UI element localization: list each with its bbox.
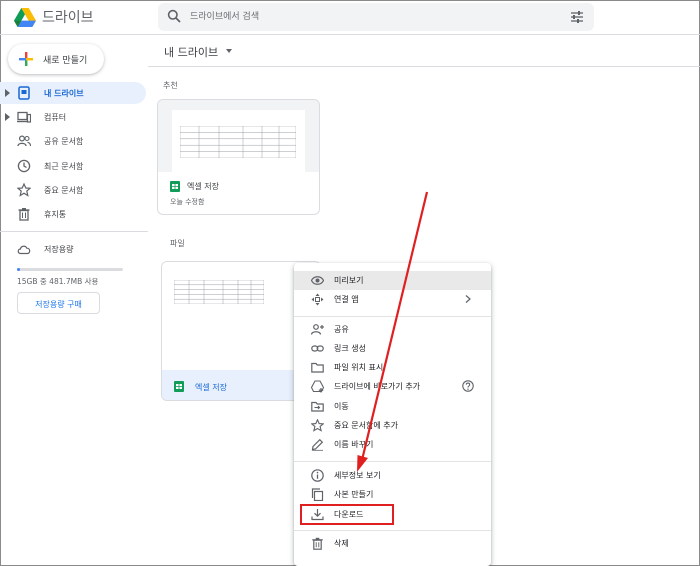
menu-item-label: 드라이브에 바로가기 추가 (334, 382, 421, 391)
person-add-icon (311, 324, 324, 335)
sidebar-item-computers[interactable]: 컴퓨터 (0, 106, 148, 128)
menu-item-label: 세부정보 보기 (334, 471, 381, 480)
storage-usage-bar (17, 268, 123, 271)
sidebar-item-starred[interactable]: 중요 문서함 (0, 179, 148, 201)
menu-item-move[interactable]: 이동 (294, 397, 491, 416)
trash-icon (18, 208, 30, 221)
sheet-preview (172, 110, 305, 172)
menu-divider (294, 530, 491, 531)
menu-item-view-details[interactable]: 세부정보 보기 (294, 466, 491, 485)
menu-item-open-with[interactable]: 연결 앱 (294, 290, 491, 309)
drive-logo-icon[interactable] (14, 8, 36, 27)
menu-item-label: 링크 생성 (334, 344, 366, 353)
sidebar-item-storage[interactable]: 저장용량 (0, 238, 148, 260)
menu-item-rename[interactable]: 이름 바꾸기 (294, 435, 491, 454)
file-title: 엑셀 저장 (195, 383, 227, 392)
menu-item-label: 이름 바꾸기 (334, 440, 374, 449)
pencil-icon (311, 438, 324, 451)
sheet-table-preview (174, 280, 264, 304)
folder-icon (311, 362, 324, 373)
star-icon (17, 183, 31, 197)
menu-item-add-shortcut[interactable]: 드라이브에 바로가기 추가 (294, 377, 491, 396)
sidebar-item-my-drive[interactable]: 내 드라이브 (0, 82, 146, 104)
sidebar-item-label: 공유 문서함 (44, 137, 84, 146)
move-to-folder-icon (311, 401, 324, 412)
suggested-section-label: 추천 (163, 81, 178, 90)
buy-storage-label: 저장용량 구매 (35, 300, 82, 309)
file-modified-text: 오늘 수정함 (170, 198, 205, 206)
menu-item-delete[interactable]: 삭제 (294, 534, 491, 553)
page-title[interactable]: 내 드라이브 (164, 44, 218, 60)
new-button[interactable]: 새로 만들기 (8, 44, 104, 74)
info-icon (311, 469, 324, 482)
trash-icon (312, 537, 323, 550)
menu-item-label: 삭제 (334, 539, 349, 548)
menu-item-label: 공유 (334, 325, 349, 334)
search-options-icon[interactable] (570, 10, 584, 24)
link-icon (311, 345, 324, 352)
cloud-icon (17, 245, 31, 255)
menu-item-preview[interactable]: 미리보기 (294, 271, 491, 290)
storage-usage-text: 15GB 중 481.7MB 사용 (17, 277, 99, 286)
sidebar-item-label: 휴지통 (44, 210, 67, 219)
header-divider (0, 34, 700, 35)
drive-shortcut-icon (311, 380, 324, 393)
main-divider (148, 66, 700, 67)
sheets-file-icon (170, 181, 180, 192)
plus-icon (19, 52, 33, 66)
file-thumbnail (158, 100, 319, 172)
suggested-file-card[interactable]: 엑셀 저장 오늘 수정함 (157, 99, 320, 215)
sheets-file-icon (174, 381, 184, 392)
open-with-icon (311, 293, 324, 306)
sidebar-item-label: 컴퓨터 (44, 113, 67, 122)
search-bar[interactable] (158, 3, 594, 31)
search-input[interactable] (190, 8, 550, 26)
star-icon (311, 419, 324, 432)
menu-item-get-link[interactable]: 링크 생성 (294, 339, 491, 358)
menu-item-label: 미리보기 (334, 276, 364, 285)
computer-icon (17, 111, 31, 123)
menu-item-share[interactable]: 공유 (294, 320, 491, 339)
menu-item-label: 사본 만들기 (334, 490, 374, 499)
files-section-label: 파일 (170, 239, 185, 248)
menu-item-add-starred[interactable]: 중요 문서함에 추가 (294, 416, 491, 435)
menu-item-label: 연결 앱 (334, 295, 359, 304)
shared-people-icon (17, 135, 31, 147)
chevron-right-icon (465, 295, 471, 303)
caret-down-icon[interactable] (225, 48, 233, 54)
menu-item-label: 중요 문서함에 추가 (334, 421, 398, 430)
sheet-table-preview (180, 126, 296, 158)
my-drive-icon (18, 86, 30, 100)
expand-arrow-icon[interactable] (5, 113, 10, 121)
storage-label: 저장용량 (44, 245, 74, 254)
eye-icon (311, 276, 324, 285)
menu-item-show-location[interactable]: 파일 위치 표시 (294, 358, 491, 377)
file-title: 엑셀 저장 (187, 182, 219, 191)
sidebar-item-label: 최근 문서함 (44, 162, 84, 171)
sidebar-item-recent[interactable]: 최근 문서함 (0, 155, 148, 177)
menu-divider (294, 461, 491, 462)
buy-storage-button[interactable]: 저장용량 구매 (17, 292, 100, 314)
menu-item-label: 이동 (334, 402, 349, 411)
sidebar-item-shared[interactable]: 공유 문서함 (0, 130, 148, 152)
download-highlight-box (300, 504, 394, 525)
header: 드라이브 (0, 0, 700, 34)
sidebar-item-label: 중요 문서함 (44, 186, 84, 195)
search-icon[interactable] (167, 9, 181, 23)
clock-icon (17, 159, 31, 173)
menu-divider (294, 316, 491, 317)
storage-usage-fill (17, 268, 21, 271)
copy-icon (311, 488, 324, 501)
sidebar-item-label: 내 드라이브 (44, 89, 84, 98)
help-icon[interactable] (462, 380, 474, 392)
menu-item-make-copy[interactable]: 사본 만들기 (294, 485, 491, 504)
new-button-label: 새로 만들기 (43, 56, 88, 66)
sidebar-item-trash[interactable]: 휴지통 (0, 203, 148, 225)
sidebar-divider (0, 231, 148, 232)
expand-arrow-icon[interactable] (5, 89, 10, 97)
app-title[interactable]: 드라이브 (42, 7, 94, 27)
menu-item-label: 파일 위치 표시 (334, 363, 384, 372)
